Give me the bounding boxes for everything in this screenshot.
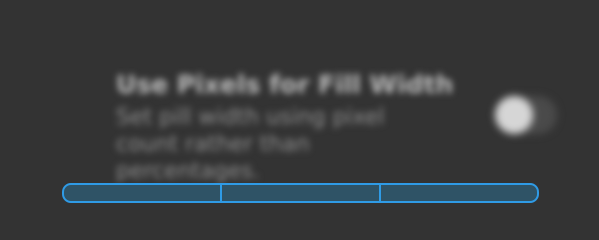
setting-title: Use Pixels for Fill Width bbox=[116, 70, 454, 99]
setting-text: Use Pixels for Fill Width Set pill width… bbox=[116, 68, 476, 185]
segment-2[interactable] bbox=[222, 185, 381, 201]
segment-1[interactable] bbox=[64, 185, 223, 201]
setting-description: Set pill width using pixel count rather … bbox=[116, 105, 385, 184]
segmented-control[interactable] bbox=[62, 183, 539, 203]
segment-3[interactable] bbox=[381, 185, 537, 201]
setting-row-pixel-fill-width[interactable]: Use Pixels for Fill Width Set pill width… bbox=[0, 0, 599, 185]
settings-panel: Use Pixels for Fill Width Set pill width… bbox=[0, 0, 599, 203]
pixel-fill-width-toggle[interactable] bbox=[495, 96, 557, 134]
toggle-knob bbox=[495, 96, 533, 134]
